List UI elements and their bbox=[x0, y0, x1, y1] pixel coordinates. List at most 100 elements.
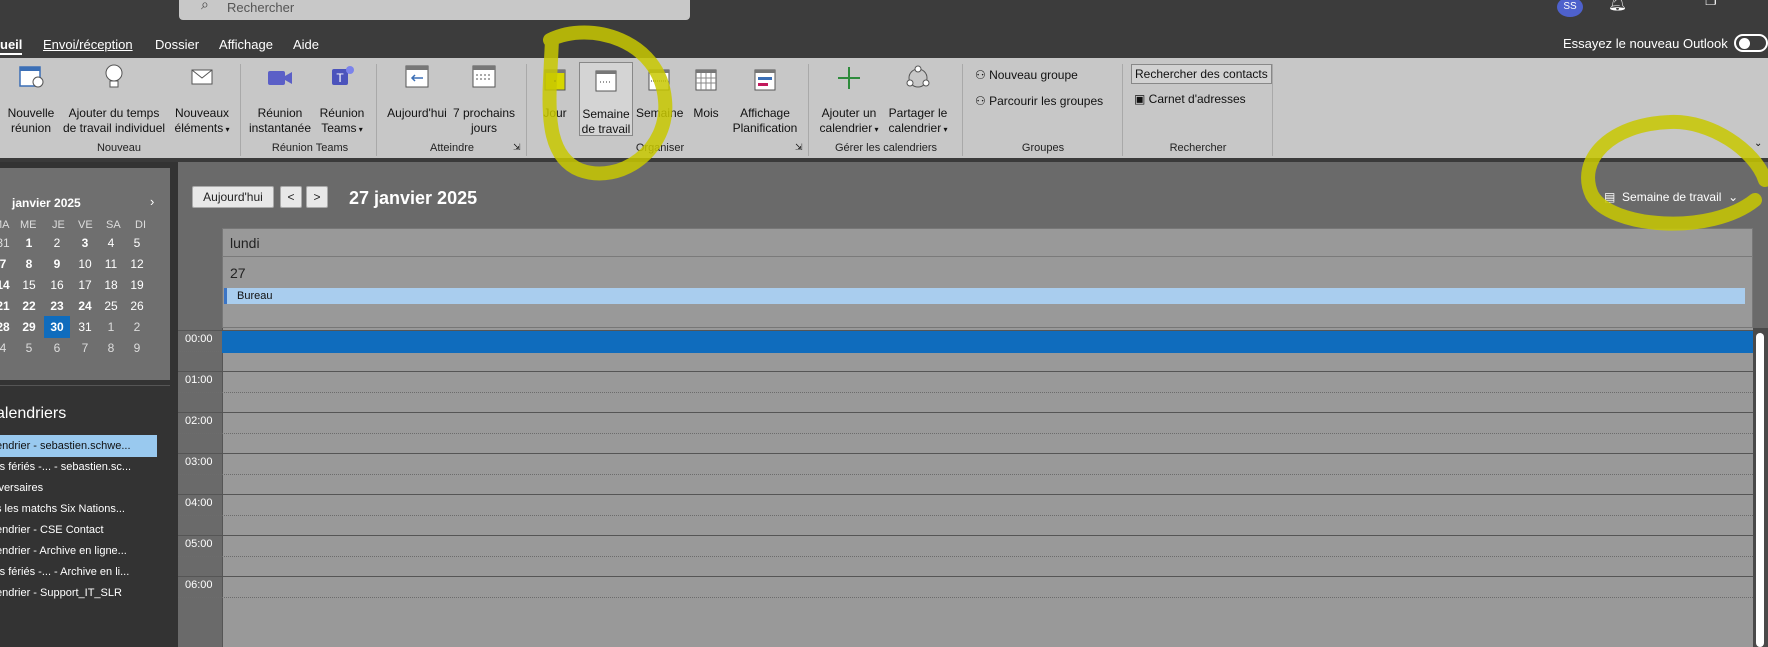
today-nav-button[interactable]: Aujourd'hui bbox=[192, 186, 274, 208]
mini-calendar-day[interactable]: 9 bbox=[44, 253, 70, 275]
new-items-label-2: éléments bbox=[174, 121, 224, 135]
ribbon-separator bbox=[1272, 64, 1273, 156]
search-contacts-input[interactable]: Rechercher des contacts bbox=[1131, 64, 1272, 84]
mini-calendar-day[interactable]: 25 bbox=[98, 295, 124, 317]
today-button[interactable]: Aujourd'hui bbox=[384, 62, 450, 138]
next-button[interactable]: > bbox=[306, 186, 328, 208]
tab-aide[interactable]: Aide bbox=[293, 37, 319, 52]
mini-calendar-day[interactable]: 26 bbox=[124, 295, 150, 317]
tab-accueil[interactable]: ueil bbox=[0, 37, 23, 55]
hour-label: 04:00 bbox=[185, 497, 213, 509]
mini-calendar-day[interactable]: 1 bbox=[16, 232, 42, 254]
teams-icon: T bbox=[332, 66, 354, 85]
tab-envoi-reception[interactable]: Envoi/réception bbox=[43, 37, 133, 52]
minimize-icon[interactable]: – bbox=[1662, 0, 1670, 7]
day-header bbox=[222, 228, 1753, 328]
mini-calendar: janvier 2025 › MA ME JE VE SA DI 3112345… bbox=[0, 168, 170, 380]
mini-calendar-day[interactable]: 12 bbox=[124, 253, 150, 275]
search-placeholder: Rechercher bbox=[227, 0, 295, 15]
try-new-outlook-toggle[interactable] bbox=[1734, 34, 1768, 52]
mini-calendar-day[interactable]: 5 bbox=[16, 337, 42, 359]
mini-calendar-day[interactable]: 22 bbox=[16, 295, 42, 317]
add-focus-time-button[interactable]: Ajouter du temps de travail individuel bbox=[62, 62, 166, 138]
tab-dossier[interactable]: Dossier bbox=[155, 37, 199, 52]
selected-timeslot[interactable] bbox=[222, 331, 1753, 353]
date-title: 27 janvier 2025 bbox=[349, 188, 478, 208]
tab-affichage[interactable]: Affichage bbox=[219, 37, 273, 52]
mini-calendar-day[interactable]: 31 bbox=[72, 316, 98, 338]
chevron-down-icon: ▾ bbox=[941, 125, 948, 134]
mini-calendar-day[interactable]: 8 bbox=[98, 337, 124, 359]
hour-label: 03:00 bbox=[185, 456, 213, 468]
address-book-button[interactable]: ▣ Carnet d'adresses bbox=[1134, 92, 1246, 106]
teams-meeting-button[interactable]: T Réunion Teams ▾ bbox=[314, 62, 370, 138]
half-hour-line bbox=[178, 515, 1753, 516]
restore-icon[interactable]: ❐ bbox=[1705, 0, 1717, 9]
calendars-section-title[interactable]: alendriers bbox=[0, 405, 66, 423]
group-label-groupes: Groupes bbox=[1021, 142, 1065, 154]
scroll-up-icon[interactable]: ▲ bbox=[1756, 330, 1765, 340]
next-7-days-button[interactable]: 7 prochains jours bbox=[452, 62, 516, 138]
mini-calendar-day[interactable]: 15 bbox=[16, 274, 42, 296]
mini-calendar-day[interactable]: 11 bbox=[98, 253, 124, 275]
month-view-button[interactable]: Mois bbox=[686, 62, 726, 138]
mini-calendar-day[interactable]: 8 bbox=[16, 253, 42, 275]
calendar-list-item[interactable]: endrier - sebastien.schwe... bbox=[0, 435, 157, 457]
share-calendar-button[interactable]: Partager le calendrier ▾ bbox=[886, 62, 950, 138]
new-meeting-button[interactable]: Nouvelle réunion bbox=[4, 62, 58, 138]
grid-left-border bbox=[222, 328, 223, 647]
ribbon-separator bbox=[1122, 64, 1123, 156]
mini-calendar-day[interactable]: 7 bbox=[72, 337, 98, 359]
mini-calendar-day[interactable]: 19 bbox=[124, 274, 150, 296]
new-items-icon bbox=[191, 69, 213, 85]
calendar-list-item[interactable]: rs fériés -... - Archive en li... bbox=[0, 561, 157, 583]
mini-calendar-day[interactable]: 1 bbox=[98, 316, 124, 338]
mini-calendar-day[interactable]: 17 bbox=[72, 274, 98, 296]
mini-calendar-day[interactable]: 5 bbox=[124, 232, 150, 254]
calendar-list-item[interactable]: iversaires bbox=[0, 477, 157, 499]
calendar-list-item[interactable]: endrier - Archive en ligne... bbox=[0, 540, 157, 562]
mini-calendar-day[interactable]: 23 bbox=[44, 295, 70, 317]
mini-calendar-day[interactable]: 7 bbox=[0, 253, 16, 275]
mini-calendar-day[interactable]: 2 bbox=[44, 232, 70, 254]
mini-calendar-day[interactable]: 16 bbox=[44, 274, 70, 296]
dialog-launcher-icon[interactable]: ⇲ bbox=[513, 142, 521, 153]
hour-label: 06:00 bbox=[185, 579, 213, 591]
mini-calendar-day[interactable]: 10 bbox=[72, 253, 98, 275]
mini-calendar-day[interactable]: 30 bbox=[44, 316, 70, 338]
time-grid[interactable] bbox=[222, 328, 1753, 647]
previous-button[interactable]: < bbox=[280, 186, 302, 208]
search-input[interactable]: ⌕ Rechercher bbox=[179, 0, 690, 20]
schedule-view-button[interactable]: Affichage Planification bbox=[728, 62, 802, 138]
scrollbar-thumb[interactable] bbox=[1756, 333, 1764, 647]
mini-calendar-day[interactable]: 18 bbox=[98, 274, 124, 296]
mini-calendar-day[interactable]: 2 bbox=[124, 316, 150, 338]
new-group-button[interactable]: ⚇ Nouveau groupe bbox=[975, 68, 1078, 82]
add-calendar-button[interactable]: Ajouter un calendrier ▾ bbox=[816, 62, 882, 138]
mini-calendar-day[interactable]: 6 bbox=[44, 337, 70, 359]
mini-calendar-day[interactable]: 28 bbox=[0, 316, 16, 338]
mini-calendar-day[interactable]: 29 bbox=[16, 316, 42, 338]
calendar-list-item[interactable]: endrier - CSE Contact bbox=[0, 519, 157, 541]
mini-calendar-day[interactable]: 21 bbox=[0, 295, 16, 317]
mini-calendar-day[interactable]: 9 bbox=[124, 337, 150, 359]
dialog-launcher-icon[interactable]: ⇲ bbox=[795, 142, 803, 153]
calendar-list-item[interactable]: rs fériés -... - sebastien.sc... bbox=[0, 456, 157, 478]
browse-groups-button[interactable]: ⚇ Parcourir les groupes bbox=[975, 94, 1103, 108]
new-items-button[interactable]: Nouveaux éléments ▾ bbox=[170, 62, 234, 138]
teams-meeting-label-2: Teams bbox=[321, 121, 357, 135]
ribbon-separator bbox=[376, 64, 377, 156]
day-number[interactable]: 27 bbox=[230, 265, 246, 281]
mini-calendar-day[interactable]: 4 bbox=[0, 337, 16, 359]
mini-calendar-day[interactable]: 3 bbox=[72, 232, 98, 254]
month-view-icon bbox=[695, 69, 717, 91]
calendar-list-item[interactable]: endrier - Support_IT_SLR bbox=[0, 582, 157, 604]
calendar-list-item[interactable]: s les matchs Six Nations... bbox=[0, 498, 157, 520]
mini-calendar-day[interactable]: 4 bbox=[98, 232, 124, 254]
mini-calendar-day[interactable]: 24 bbox=[72, 295, 98, 317]
instant-meeting-button[interactable]: Réunion instantanée bbox=[248, 62, 312, 138]
bell-icon[interactable]: 🔔︎ bbox=[1608, 0, 1627, 12]
all-day-event[interactable]: Bureau bbox=[224, 288, 1745, 304]
mini-calendar-day[interactable]: 14 bbox=[0, 274, 16, 296]
mini-calendar-day[interactable]: 31 bbox=[0, 232, 16, 254]
